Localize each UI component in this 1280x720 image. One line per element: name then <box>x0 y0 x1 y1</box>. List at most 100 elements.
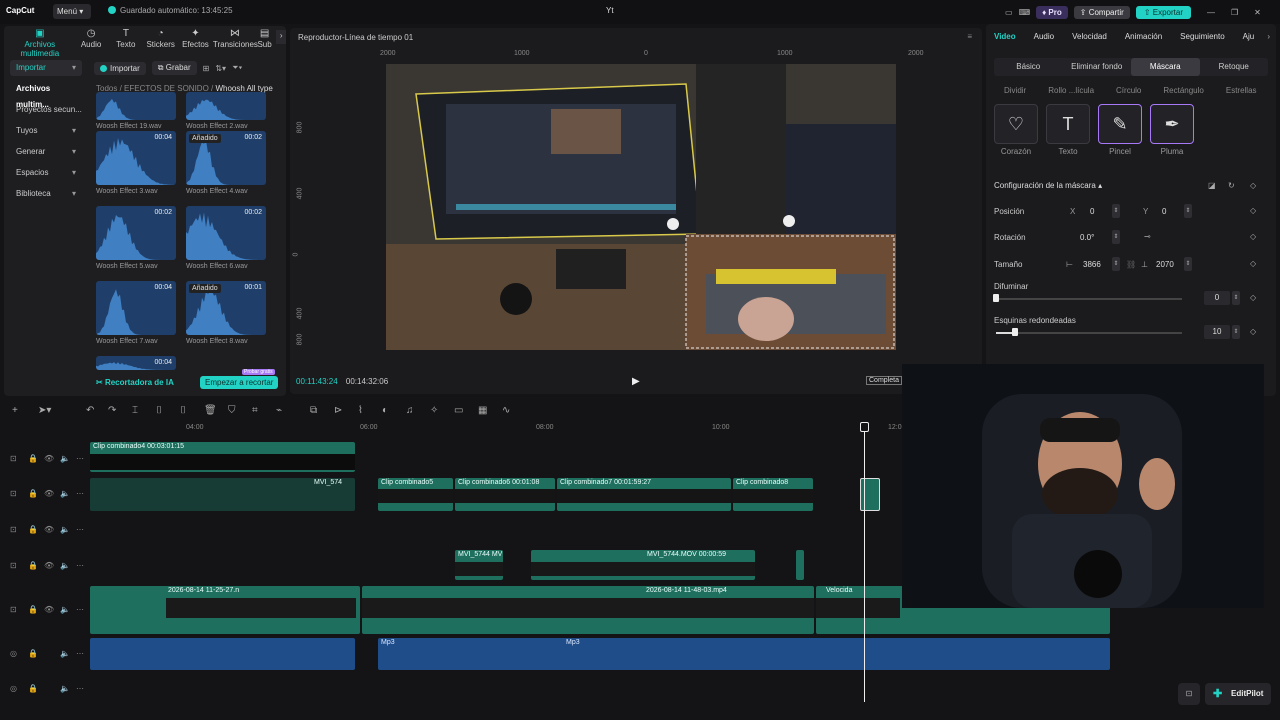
subtab-basic[interactable]: Básico <box>994 58 1063 76</box>
lock-icon[interactable]: 🔒 <box>28 684 38 693</box>
volume-icon[interactable]: 🔈 <box>60 605 70 614</box>
shortcuts-icon[interactable]: ⌨ <box>1019 8 1031 17</box>
ratio-complete-button[interactable]: Completa <box>866 376 902 385</box>
keyframe-icon[interactable]: ◇ <box>1250 181 1256 190</box>
media-tile[interactable] <box>186 92 266 120</box>
eye-icon[interactable]: 👁 <box>44 561 54 570</box>
y-input[interactable]: 0 <box>1162 207 1166 216</box>
tab-adjust[interactable]: Aju <box>1243 32 1255 41</box>
blur-slider[interactable] <box>996 298 1182 300</box>
export-button[interactable]: ⇧ Exportar <box>1135 5 1191 19</box>
subtab-retouch[interactable]: Retoque <box>1200 58 1269 76</box>
height-stepper[interactable]: ⇕ <box>1184 257 1192 271</box>
lock-icon[interactable]: 🔒 <box>28 649 38 658</box>
add-track-icon[interactable]: + <box>12 405 18 416</box>
corners-slider-handle[interactable] <box>1011 328 1018 336</box>
subtab-remove-bg[interactable]: Eliminar fondo <box>1063 58 1132 76</box>
crop-icon[interactable]: ⌗ <box>252 405 258 416</box>
category-transitions[interactable]: ⋈ Transiciones <box>213 24 258 54</box>
record-button[interactable]: ⧉ Grabar <box>151 61 197 75</box>
subtitle-icon[interactable]: ▭ <box>454 405 463 416</box>
audio-clip[interactable]: Mp3 Mp3 <box>378 638 1110 670</box>
feedback-icon[interactable]: ⊡ <box>1178 683 1200 705</box>
mask-split[interactable]: Dividir <box>1004 86 1026 95</box>
category-media[interactable]: ▣ Archivos multimedia <box>6 24 74 58</box>
width-input[interactable]: 3866 <box>1083 260 1101 269</box>
reverse-icon[interactable]: ◐ <box>382 405 388 416</box>
tab-speed[interactable]: Velocidad <box>1072 32 1107 41</box>
category-effects[interactable]: ✦ Efectos <box>178 24 213 54</box>
more-icon[interactable]: ⋯ <box>76 605 84 614</box>
width-stepper[interactable]: ⇕ <box>1112 257 1120 271</box>
media-tile[interactable]: 00:01 Añadido <box>186 281 266 335</box>
editpilot-button[interactable]: ✚ EditPilot <box>1205 683 1271 705</box>
corners-keyframe-icon[interactable]: ◇ <box>1250 327 1256 336</box>
player-menu-icon[interactable]: ≡ <box>967 32 972 41</box>
timeline-clip[interactable]: MVI_5744.MOV 00:00:59 <box>531 550 755 580</box>
undo-icon[interactable]: ↶ <box>86 405 94 416</box>
video-canvas[interactable] <box>386 64 896 350</box>
lock-icon[interactable]: 🔒 <box>28 605 38 614</box>
split-left-icon[interactable]: ⌷ <box>156 405 162 416</box>
menu-button[interactable]: Menú ▾ <box>53 4 91 19</box>
mask-stars[interactable]: Estrellas <box>1226 86 1257 95</box>
speed-icon[interactable]: ⌇ <box>358 405 363 416</box>
sidenav-spaces[interactable]: Espacios ▾ <box>10 165 82 181</box>
sidenav-media[interactable]: Archivos multim... <box>10 81 82 109</box>
category-subtitles[interactable]: ▤ Sub <box>257 24 272 54</box>
eye-icon[interactable]: 👁 <box>44 489 54 498</box>
mask-circle[interactable]: Círculo <box>1116 86 1141 95</box>
sidenav-projects[interactable]: Proyectos secun... <box>10 102 82 118</box>
rotation-dial-icon[interactable]: ⊸ <box>1144 232 1151 241</box>
sidenav-import[interactable]: Importar ▾ <box>10 60 82 76</box>
volume-icon[interactable]: 🔈 <box>60 684 70 693</box>
timeline-clip[interactable]: Clip combinado5 <box>378 478 453 511</box>
category-stickers[interactable]: ◔ Stickers <box>143 24 178 54</box>
more-icon[interactable]: ⋯ <box>76 561 84 570</box>
tab-audio[interactable]: Audio <box>1034 32 1054 41</box>
blur-stepper[interactable]: ⇕ <box>1232 291 1240 305</box>
position-keyframe-icon[interactable]: ◇ <box>1250 206 1256 215</box>
close-icon[interactable]: ✕ <box>1254 8 1261 17</box>
category-audio[interactable]: ◷ Audio <box>74 24 109 54</box>
grid-view-icon[interactable]: ⊞ <box>203 64 210 73</box>
maximize-icon[interactable]: ❐ <box>1231 8 1238 17</box>
timeline-clip[interactable] <box>796 550 804 580</box>
rotation-keyframe-icon[interactable]: ◇ <box>1250 232 1256 241</box>
lock-icon[interactable]: 🔒 <box>28 561 38 570</box>
media-tile[interactable]: 00:04 <box>96 356 176 370</box>
media-tile[interactable]: 00:02 <box>186 206 266 260</box>
sidenav-yours[interactable]: Tuyos ▾ <box>10 123 82 139</box>
link-icon[interactable]: ⛓ <box>1126 260 1136 269</box>
media-tile[interactable]: 00:02 <box>96 206 176 260</box>
category-text[interactable]: T Texto <box>108 24 143 54</box>
media-tile[interactable]: 00:04 <box>96 281 176 335</box>
import-button[interactable]: Importar <box>94 61 146 75</box>
corners-slider[interactable] <box>996 332 1182 334</box>
tabs-more-icon[interactable]: › <box>1267 32 1270 41</box>
mask-filmstrip[interactable]: Rollo ...lícula <box>1048 86 1094 95</box>
auto-reframe-icon[interactable]: ✧ <box>430 405 438 416</box>
invert-icon[interactable]: ◪ <box>1208 181 1216 190</box>
categories-next-icon[interactable]: › <box>276 30 286 44</box>
sort-icon[interactable]: ⇅▾ <box>215 64 226 73</box>
filter-icon[interactable]: ⏷▾ <box>232 63 242 73</box>
timeline-clip[interactable]: 2026-08-14 11-48-03.mp4 <box>362 586 814 634</box>
delete-icon[interactable]: 🗑 <box>204 405 217 416</box>
lock-icon[interactable]: 🔒 <box>28 525 38 534</box>
more-icon[interactable]: ⋯ <box>76 649 84 658</box>
size-keyframe-icon[interactable]: ◇ <box>1250 259 1256 268</box>
sidenav-library[interactable]: Biblioteca ▾ <box>10 186 82 202</box>
share-button[interactable]: ⇪ Compartir <box>1073 5 1130 19</box>
volume-icon[interactable]: 🔈 <box>60 561 70 570</box>
split-right-icon[interactable]: ⌷ <box>180 405 186 416</box>
timeline-clip[interactable]: MVI_574 <box>90 478 355 511</box>
timeline-clip[interactable]: Clip combinado7 00:01:59:27 <box>557 478 731 511</box>
mask-brush-button[interactable]: ✎ <box>1098 104 1142 144</box>
eye-icon[interactable]: 👁 <box>44 605 54 614</box>
timeline-clip[interactable]: 2026-08-14 11-25-27.n <box>90 586 360 634</box>
y-stepper[interactable]: ⇕ <box>1184 204 1192 218</box>
media-tile[interactable]: 00:02 Añadido <box>186 131 266 185</box>
timeline-clip[interactable]: Clip combinado6 00:01:08 <box>455 478 555 511</box>
corners-input[interactable]: 10 <box>1204 325 1230 339</box>
